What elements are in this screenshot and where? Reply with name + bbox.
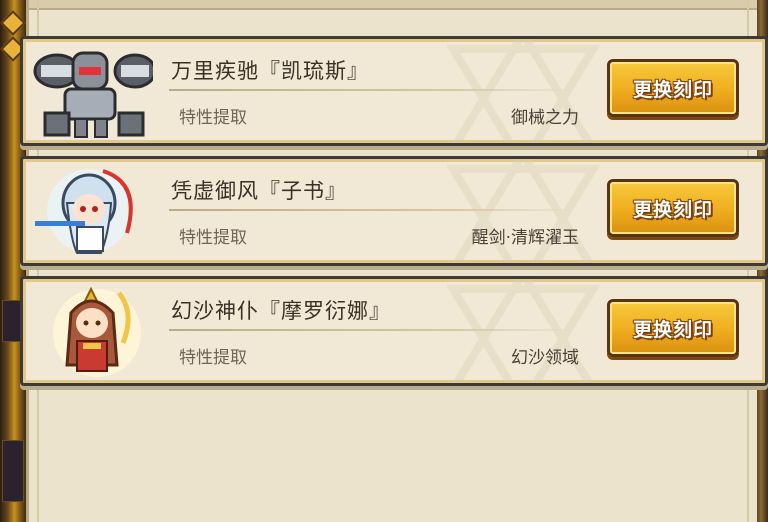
trait-value: 幻沙领域 [511, 348, 579, 368]
card-title: 凭虚御风『子书』 [171, 179, 347, 203]
star-watermark-icon [445, 39, 601, 143]
divider [169, 209, 581, 211]
change-imprint-button[interactable]: 更换刻印 [607, 179, 739, 237]
divider [169, 89, 581, 91]
star-watermark-icon [445, 159, 601, 263]
trait-value: 御械之力 [511, 108, 579, 128]
star-watermark-icon [445, 279, 601, 383]
swordswoman-icon [35, 169, 133, 254]
imprint-card: 幻沙神仆『摩罗衍娜』 特性提取 幻沙领域 更换刻印 [20, 276, 768, 386]
trait-label: 特性提取 [179, 228, 247, 248]
card-title: 幻沙神仆『摩罗衍娜』 [171, 299, 391, 323]
change-imprint-button[interactable]: 更换刻印 [607, 299, 739, 357]
divider [169, 329, 581, 331]
imprint-card: 万里疾驰『凯琉斯』 特性提取 御械之力 更换刻印 [20, 36, 768, 146]
sand-priestess-icon [53, 286, 141, 377]
trait-label: 特性提取 [179, 108, 247, 128]
trait-value: 醒剑·清辉濯玉 [471, 228, 579, 248]
trait-label: 特性提取 [179, 348, 247, 368]
card-title: 万里疾驰『凯琉斯』 [171, 59, 369, 83]
frame-panel [2, 440, 24, 502]
mech-knight-icon [33, 51, 153, 138]
panel-top-border [29, 0, 757, 10]
gem-icon [0, 10, 26, 36]
change-imprint-button[interactable]: 更换刻印 [607, 59, 739, 117]
imprint-card: 凭虚御风『子书』 特性提取 醒剑·清辉濯玉 更换刻印 [20, 156, 768, 266]
